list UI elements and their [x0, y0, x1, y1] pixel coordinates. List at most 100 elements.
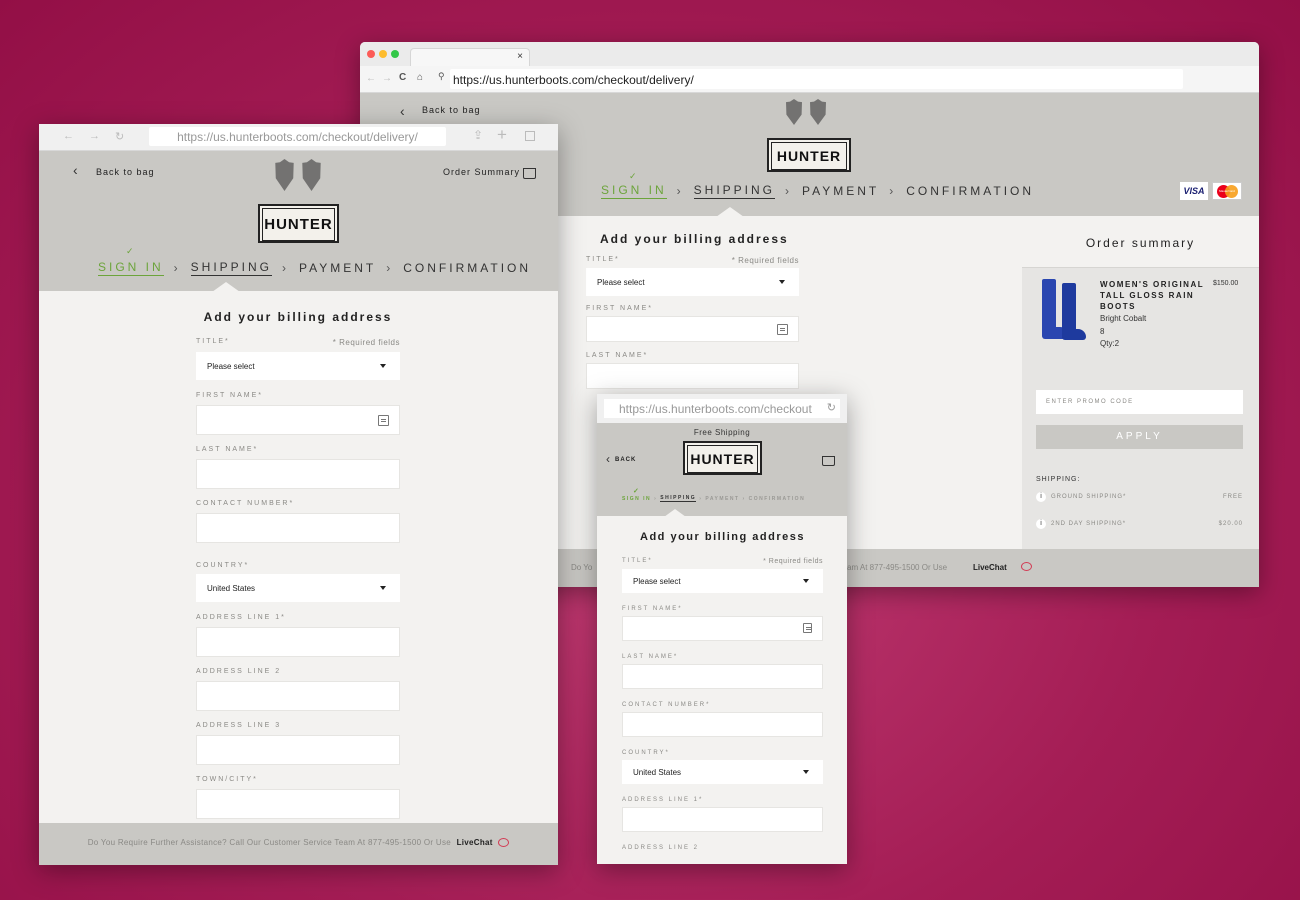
back-chevron-icon[interactable]: ‹: [73, 162, 78, 178]
step-sign-in[interactable]: SIGN IN: [622, 496, 651, 502]
step-payment: PAYMENT: [802, 184, 880, 198]
close-tab-icon[interactable]: ×: [517, 51, 523, 62]
reload-icon[interactable]: ↻: [826, 401, 836, 414]
reload-icon[interactable]: C: [399, 72, 406, 83]
order-summary-panel: Order summary WOMEN'S ORIGINAL TALL GLOS…: [1022, 216, 1259, 549]
first-name-input[interactable]: [622, 616, 823, 641]
first-name-input[interactable]: [196, 405, 400, 435]
hunter-logo[interactable]: HUNTER: [683, 441, 762, 475]
home-icon[interactable]: ⌂: [417, 72, 423, 83]
shipping-label: SHIPPING:: [1036, 476, 1081, 483]
address-line-3-input[interactable]: [196, 735, 400, 765]
url-text: https://us.hunterboots.com/checkout/deli…: [453, 73, 694, 87]
title-select[interactable]: Please select: [586, 268, 799, 296]
back-arrow-icon[interactable]: ←: [63, 130, 74, 142]
first-name-label: FIRST NAME*: [586, 305, 653, 312]
promo-code-input[interactable]: ENTER PROMO CODE: [1036, 390, 1243, 414]
last-name-input[interactable]: [196, 459, 400, 489]
dropdown-caret-icon: [779, 280, 785, 284]
step-chevron-icon: ›: [742, 495, 746, 502]
required-fields-note: * Required fields: [763, 558, 823, 565]
last-name-input[interactable]: [622, 664, 823, 689]
hunter-logo[interactable]: HUNTER: [767, 138, 851, 172]
info-icon[interactable]: i: [1036, 519, 1046, 529]
tabs-icon[interactable]: [525, 131, 535, 141]
search-icon: ⚲: [438, 71, 445, 81]
new-tab-icon[interactable]: +: [497, 125, 507, 145]
dropdown-caret-icon: [803, 579, 809, 583]
step-chevron-icon: ›: [676, 184, 684, 198]
free-shipping-banner: Free Shipping: [693, 428, 751, 437]
address-bar[interactable]: https://us.hunterboots.com/checkout/deli…: [149, 127, 446, 146]
order-summary-title: Order summary: [1022, 216, 1259, 268]
step-sign-in[interactable]: SIGN IN: [98, 260, 164, 276]
hunter-logo[interactable]: HUNTER: [258, 204, 339, 243]
back-chevron-icon[interactable]: ‹: [606, 452, 610, 466]
country-select[interactable]: United States: [196, 574, 400, 602]
close-window-icon[interactable]: [367, 50, 375, 58]
checkmark-icon: ✓: [126, 246, 137, 256]
shopping-bag-icon[interactable]: [523, 168, 536, 179]
last-name-input[interactable]: [586, 363, 799, 389]
forward-arrow-icon[interactable]: →: [89, 130, 100, 142]
livechat-link[interactable]: LiveChat: [973, 563, 1007, 572]
country-label: COUNTRY*: [622, 750, 670, 756]
billing-form: Add your billing address TITLE* * Requir…: [196, 310, 400, 819]
step-payment: PAYMENT: [705, 495, 740, 502]
product-price: $150.00: [1213, 280, 1239, 287]
back-chevron-icon[interactable]: ‹: [400, 103, 405, 119]
browser-tab[interactable]: ×: [410, 48, 530, 66]
checkmark-icon: ✓: [629, 171, 640, 181]
address-line-1-input[interactable]: [196, 627, 400, 657]
billing-title: Add your billing address: [600, 232, 789, 246]
first-name-input[interactable]: [586, 316, 799, 342]
title-select[interactable]: Please select: [196, 352, 400, 380]
step-indicator-notch: [664, 509, 686, 517]
step-confirmation: CONFIRMATION: [403, 261, 532, 275]
checkout-steps: ✓ SIGN IN › SHIPPING › PAYMENT › CONFIRM…: [601, 171, 1034, 199]
title-label: TITLE*: [586, 256, 620, 263]
back-to-bag-link[interactable]: Back to bag: [96, 167, 155, 177]
royal-warrant-crests: [784, 99, 828, 125]
address-line-1-label: ADDRESS LINE 1*: [622, 797, 704, 803]
chat-bubble-icon[interactable]: [498, 838, 510, 848]
forward-arrow-icon[interactable]: →: [382, 73, 392, 84]
autofill-card-icon[interactable]: [378, 415, 389, 426]
autofill-card-icon[interactable]: [777, 324, 788, 335]
contact-number-label: CONTACT NUMBER*: [622, 702, 711, 708]
first-name-label: FIRST NAME*: [196, 392, 263, 399]
step-sign-in[interactable]: SIGN IN: [601, 183, 667, 199]
dropdown-caret-icon: [380, 364, 386, 368]
autofill-card-icon[interactable]: [803, 623, 812, 633]
order-summary-link[interactable]: Order Summary: [443, 167, 520, 177]
reload-icon[interactable]: ↻: [115, 130, 124, 143]
back-link[interactable]: BACK: [615, 457, 636, 463]
share-icon[interactable]: ⇪: [473, 128, 483, 142]
url-text: https://us.hunterboots.com/checkout/deli…: [177, 130, 418, 144]
shopping-bag-icon[interactable]: [822, 456, 835, 466]
address-bar[interactable]: https://us.hunterboots.com/checkout ↻: [604, 399, 840, 418]
town-city-input[interactable]: [196, 789, 400, 819]
livechat-link[interactable]: LiveChat: [457, 838, 493, 847]
minimize-window-icon[interactable]: [379, 50, 387, 58]
shipping-option[interactable]: i 2ND DAY SHIPPING* $20.00: [1036, 519, 1243, 531]
step-confirmation: CONFIRMATION: [748, 495, 806, 502]
shipping-option[interactable]: i GROUND SHIPPING* FREE: [1036, 492, 1243, 504]
last-name-label: LAST NAME*: [622, 654, 679, 660]
step-indicator-notch: [212, 282, 240, 292]
contact-number-input[interactable]: [196, 513, 400, 543]
address-line-2-input[interactable]: [196, 681, 400, 711]
chat-bubble-icon[interactable]: [1021, 562, 1032, 571]
maximize-window-icon[interactable]: [391, 50, 399, 58]
apply-button[interactable]: APPLY: [1036, 425, 1243, 449]
back-arrow-icon[interactable]: ←: [366, 73, 376, 84]
address-bar[interactable]: https://us.hunterboots.com/checkout/deli…: [450, 69, 1183, 89]
country-select[interactable]: United States: [622, 760, 823, 784]
checkout-steps: ✓ SIGN IN › SHIPPING › PAYMENT › CONFIRM…: [622, 488, 806, 502]
back-to-bag-link[interactable]: Back to bag: [422, 105, 481, 115]
step-chevron-icon: ›: [654, 495, 658, 502]
address-line-1-input[interactable]: [622, 807, 823, 832]
info-icon[interactable]: i: [1036, 492, 1046, 502]
contact-number-input[interactable]: [622, 712, 823, 737]
title-select[interactable]: Please select: [622, 569, 823, 593]
